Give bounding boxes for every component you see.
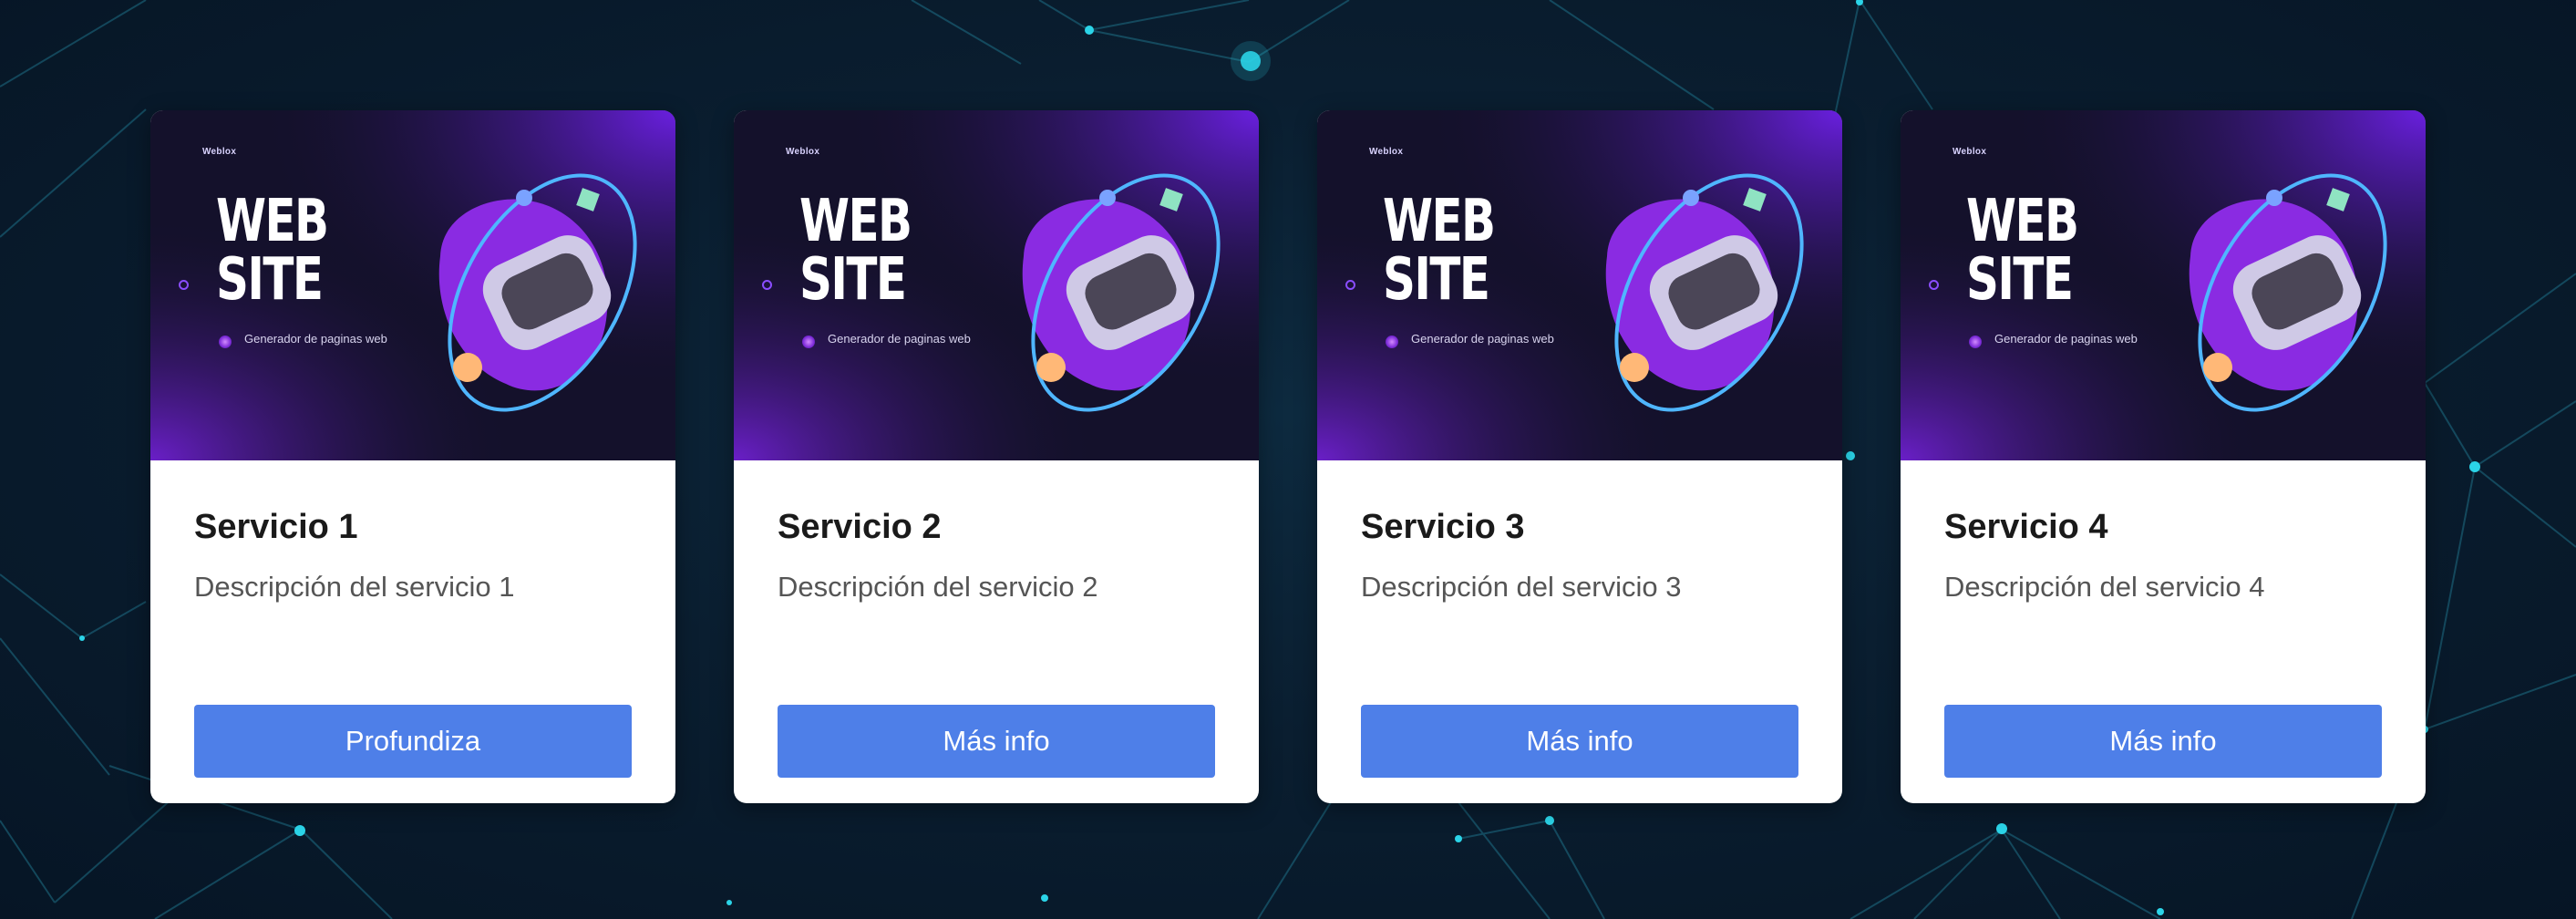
decor-dot <box>179 280 189 290</box>
card-description: Descripción del servicio 4 <box>1944 571 2265 603</box>
headline-line-2: SITE <box>216 246 324 314</box>
headline: WEB SITE <box>216 188 329 314</box>
card-image: Weblox WEB SITE Generador de paginas web <box>1901 110 2426 460</box>
tagline: Generador de paginas web <box>1994 332 2138 346</box>
sparkle-icon <box>1969 336 1982 348</box>
headline-line-2: SITE <box>1966 246 2074 314</box>
headline-line-2: SITE <box>799 246 907 314</box>
card-image: Weblox WEB SITE Generador de paginas web <box>150 110 675 460</box>
services-grid: Weblox WEB SITE Generador de paginas web… <box>0 0 2576 919</box>
deepen-button[interactable]: Profundiza <box>194 705 632 778</box>
brand-label: Weblox <box>786 147 820 157</box>
service-card-1: Weblox WEB SITE Generador de paginas web… <box>150 110 675 803</box>
headline: WEB SITE <box>799 192 912 309</box>
card-description: Descripción del servicio 1 <box>194 571 515 603</box>
service-card-2: Weblox WEB SITE Generador de paginas web… <box>734 110 1259 803</box>
card-title: Servicio 3 <box>1361 508 1525 546</box>
tagline: Generador de paginas web <box>244 332 387 346</box>
card-description: Descripción del servicio 3 <box>1361 571 1682 603</box>
headline: WEB SITE <box>1966 188 2079 314</box>
sparkle-icon <box>1386 336 1398 348</box>
card-title: Servicio 1 <box>194 508 358 546</box>
card-description: Descripción del servicio 2 <box>778 571 1098 603</box>
tagline: Generador de paginas web <box>828 332 971 346</box>
service-card-4: Weblox WEB SITE Generador de paginas web… <box>1901 110 2426 803</box>
more-info-button[interactable]: Más info <box>1944 705 2382 778</box>
card-image: Weblox WEB SITE Generador de paginas web <box>734 110 1259 460</box>
decor-dot <box>1345 280 1355 290</box>
sparkle-icon <box>802 336 815 348</box>
headline-line-2: SITE <box>1383 246 1490 314</box>
card-image: Weblox WEB SITE Generador de paginas web <box>1317 110 1842 460</box>
headline: WEB SITE <box>1383 188 1496 314</box>
card-title: Servicio 4 <box>1944 508 2108 546</box>
decor-dot <box>1929 280 1939 290</box>
headline-line-1: WEB <box>799 188 912 255</box>
brand-label: Weblox <box>1953 147 1987 157</box>
more-info-button[interactable]: Más info <box>1361 705 1798 778</box>
headline-line-1: WEB <box>1966 188 2079 255</box>
more-info-button[interactable]: Más info <box>778 705 1215 778</box>
headline-line-1: WEB <box>1383 188 1496 255</box>
brand-label: Weblox <box>202 147 237 157</box>
decor-dot <box>762 280 772 290</box>
service-card-3: Weblox WEB SITE Generador de paginas web… <box>1317 110 1842 803</box>
sparkle-icon <box>219 336 232 348</box>
tagline: Generador de paginas web <box>1411 332 1554 346</box>
brand-label: Weblox <box>1369 147 1404 157</box>
card-title: Servicio 2 <box>778 508 942 546</box>
headline-line-1: WEB <box>216 188 329 255</box>
